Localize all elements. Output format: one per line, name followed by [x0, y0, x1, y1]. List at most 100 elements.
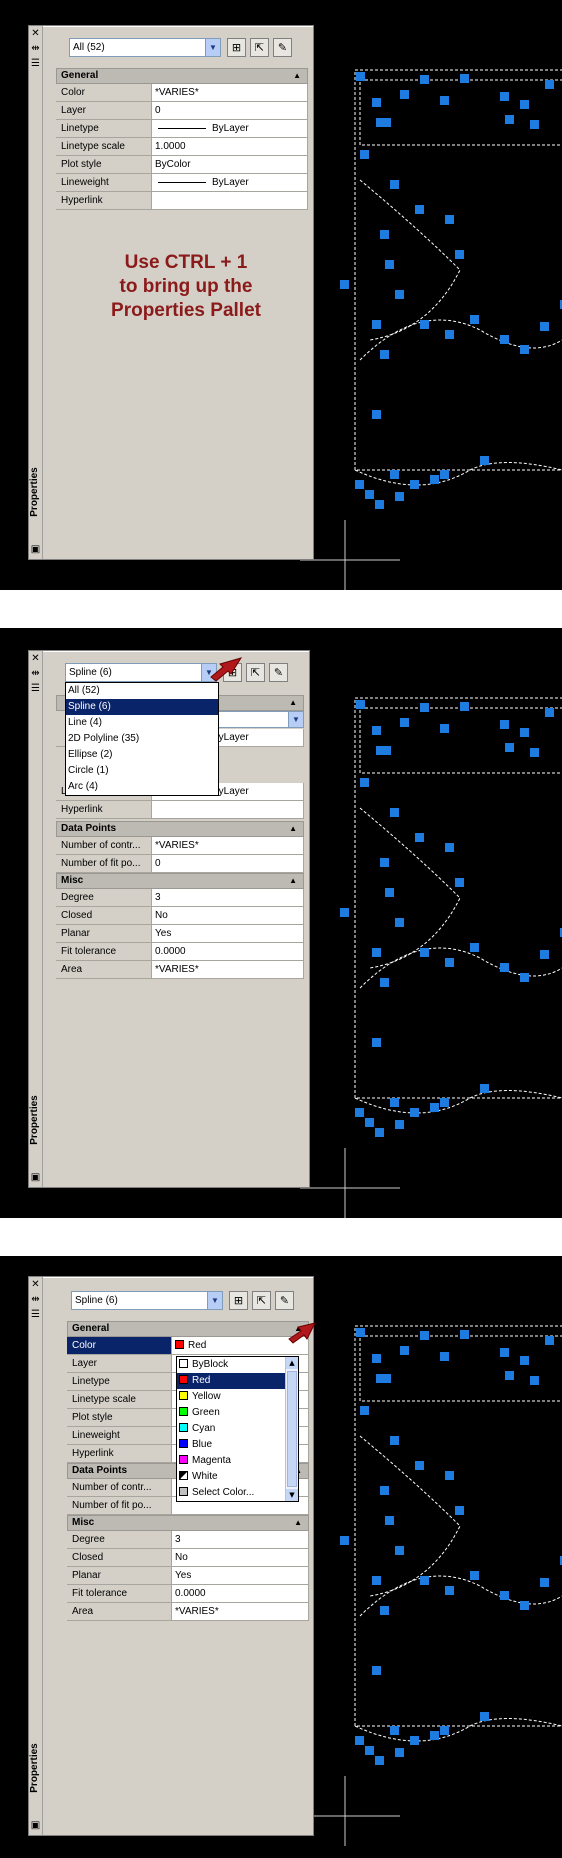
scroll-up-icon[interactable]: ▲ — [286, 1357, 298, 1369]
close-icon[interactable]: ✕ — [30, 28, 41, 39]
chevron-down-icon[interactable]: ▼ — [205, 39, 220, 56]
select-objects-button[interactable]: ⇱ — [246, 663, 265, 682]
property-row-fit-tolerance[interactable]: Fit tolerance 0.0000 — [67, 1585, 309, 1603]
dropdown-option-circle-1[interactable]: Circle (1) — [66, 763, 218, 779]
collapse-icon[interactable]: ▲ — [294, 1516, 302, 1530]
toggle-pickadd-button[interactable]: ⊞ — [227, 38, 246, 57]
dropdown-option-2d-polyline-35[interactable]: 2D Polyline (35) — [66, 731, 218, 747]
color-option-cyan[interactable]: Cyan — [177, 1421, 285, 1437]
palette-title-bar[interactable]: ✕ ⇹ ☰ Properties ▣ — [29, 1277, 43, 1835]
property-value[interactable]: *VARIES* — [152, 837, 304, 855]
property-value[interactable]: ByLayer — [152, 174, 308, 192]
property-value[interactable]: 0 — [152, 102, 308, 120]
property-value[interactable]: Yes — [152, 925, 304, 943]
property-value[interactable]: *VARIES* — [152, 961, 304, 979]
dropdown-option-all-52[interactable]: All (52) — [66, 683, 218, 699]
property-row-closed[interactable]: Closed No — [67, 1549, 309, 1567]
palette-bottom-icon[interactable]: ▣ — [30, 1820, 41, 1831]
section-misc[interactable]: Misc ▲ — [56, 873, 304, 889]
property-row-layer[interactable]: Layer 0 — [56, 102, 308, 120]
scroll-thumb[interactable] — [287, 1371, 297, 1487]
section-general[interactable]: General ▲ — [56, 68, 308, 84]
object-type-select[interactable]: Spline (6) ▼ — [71, 1291, 223, 1310]
property-row-planar[interactable]: Planar Yes — [56, 925, 304, 943]
color-option-white[interactable]: White — [177, 1469, 285, 1485]
select-objects-button[interactable]: ⇱ — [250, 38, 269, 57]
property-row-planar[interactable]: Planar Yes — [67, 1567, 309, 1585]
collapse-icon[interactable]: ▲ — [293, 69, 301, 83]
collapse-icon[interactable]: ▲ — [289, 874, 297, 888]
property-value[interactable]: *VARIES* — [152, 84, 308, 102]
property-row-number-of-fit-po[interactable]: Number of fit po... 0 — [56, 855, 304, 873]
quick-select-button[interactable]: ✎ — [275, 1291, 294, 1310]
property-row-plot-style[interactable]: Plot style ByColor — [56, 156, 308, 174]
property-row-linetype-scale[interactable]: Linetype scale 1.0000 — [56, 138, 308, 156]
property-value[interactable]: No — [152, 907, 304, 925]
properties-menu-icon[interactable]: ☰ — [30, 1309, 41, 1320]
property-row-hyperlink[interactable]: Hyperlink — [56, 192, 308, 210]
object-type-dropdown-list[interactable]: All (52) Spline (6) Line (4) 2D Polyline (3… — [65, 682, 219, 796]
palette-title-bar[interactable]: ✕ ⇹ ☰ Properties ▣ — [29, 26, 43, 559]
section-misc[interactable]: Misc ▲ — [67, 1515, 309, 1531]
dropdown-option-spline-6[interactable]: Spline (6) — [66, 699, 218, 715]
autohide-icon[interactable]: ⇹ — [30, 1294, 41, 1305]
property-row-degree[interactable]: Degree 3 — [67, 1531, 309, 1549]
scroll-down-icon[interactable]: ▼ — [286, 1489, 298, 1501]
property-value[interactable]: ByColor — [152, 156, 308, 174]
property-value[interactable] — [152, 192, 308, 210]
property-row-number-of-contr[interactable]: Number of contr... *VARIES* — [56, 837, 304, 855]
property-value[interactable]: 0.0000 — [172, 1585, 309, 1603]
section-data-points[interactable]: Data Points ▲ — [56, 821, 304, 837]
color-option-select-color[interactable]: Select Color... — [177, 1485, 285, 1501]
toggle-pickadd-button[interactable]: ⊞ — [229, 1291, 248, 1310]
dropdown-option-line-4[interactable]: Line (4) — [66, 715, 218, 731]
property-row-color[interactable]: Color *VARIES* — [56, 84, 308, 102]
property-value[interactable]: 0 — [152, 855, 304, 873]
property-value[interactable]: 1.0000 — [152, 138, 308, 156]
color-option-green[interactable]: Green — [177, 1405, 285, 1421]
quick-select-button[interactable]: ✎ — [273, 38, 292, 57]
color-option-blue[interactable]: Blue — [177, 1437, 285, 1453]
close-icon[interactable]: ✕ — [30, 653, 41, 664]
collapse-icon[interactable]: ▲ — [289, 822, 297, 836]
palette-title-bar[interactable]: ✕ ⇹ ☰ Properties ▣ — [29, 651, 43, 1187]
dropdown-option-ellipse-2[interactable]: Ellipse (2) — [66, 747, 218, 763]
close-icon[interactable]: ✕ — [30, 1279, 41, 1290]
select-objects-button[interactable]: ⇱ — [252, 1291, 271, 1310]
property-row-closed[interactable]: Closed No — [56, 907, 304, 925]
property-value[interactable]: 3 — [172, 1531, 309, 1549]
autohide-icon[interactable]: ⇹ — [30, 43, 41, 54]
property-row-color[interactable]: Color Red — [67, 1337, 309, 1355]
palette-bottom-icon[interactable]: ▣ — [30, 544, 41, 555]
properties-menu-icon[interactable]: ☰ — [30, 58, 41, 69]
dropdown-scrollbar[interactable]: ▲ ▼ — [285, 1357, 298, 1501]
properties-menu-icon[interactable]: ☰ — [30, 683, 41, 694]
property-row-linetype[interactable]: Linetype ByLayer — [56, 120, 308, 138]
property-row-lineweight[interactable]: LineweightByLayer — [56, 174, 308, 192]
property-value[interactable]: *VARIES* — [172, 1603, 309, 1621]
color-option-byblock[interactable]: ByBlock — [177, 1357, 285, 1373]
property-value[interactable]: 3 — [152, 889, 304, 907]
section-general[interactable]: General ▲ — [67, 1321, 309, 1337]
property-row-hyperlink[interactable]: Hyperlink — [56, 801, 304, 819]
collapse-icon[interactable]: ▲ — [289, 696, 297, 710]
autohide-icon[interactable]: ⇹ — [30, 668, 41, 679]
color-option-yellow[interactable]: Yellow — [177, 1389, 285, 1405]
property-value[interactable]: Yes — [172, 1567, 309, 1585]
palette-bottom-icon[interactable]: ▣ — [30, 1172, 41, 1183]
color-option-magenta[interactable]: Magenta — [177, 1453, 285, 1469]
chevron-down-icon[interactable]: ▼ — [207, 1292, 222, 1309]
property-row-area[interactable]: Area *VARIES* — [67, 1603, 309, 1621]
quick-select-button[interactable]: ✎ — [269, 663, 288, 682]
color-dropdown-list[interactable]: ByBlock Red Yellow Green Cyan Blue Magenta Whit… — [176, 1356, 299, 1502]
dropdown-option-arc-4[interactable]: Arc (4) — [66, 779, 218, 795]
property-row-fit-tolerance[interactable]: Fit tolerance 0.0000 — [56, 943, 304, 961]
property-row-degree[interactable]: Degree 3 — [56, 889, 304, 907]
property-value[interactable]: No — [172, 1549, 309, 1567]
property-row-area[interactable]: Area *VARIES* — [56, 961, 304, 979]
property-value[interactable]: 0.0000 — [152, 943, 304, 961]
property-value[interactable] — [152, 801, 304, 819]
object-type-select[interactable]: Spline (6) ▼ — [65, 663, 217, 682]
property-value[interactable]: ByLayer — [152, 120, 308, 138]
chevron-down-icon[interactable]: ▼ — [288, 712, 303, 727]
